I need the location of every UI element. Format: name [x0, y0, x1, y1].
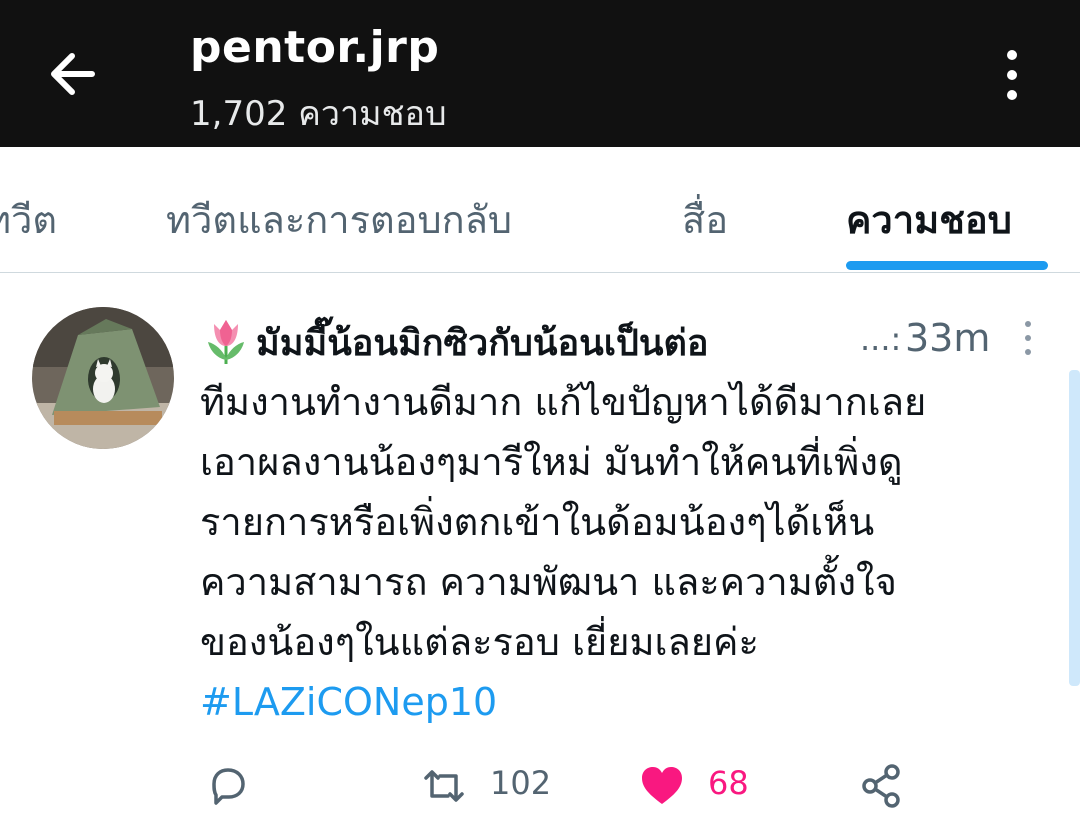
- more-vertical-icon: [1007, 50, 1017, 100]
- name-truncation: ...:: [860, 320, 902, 358]
- tab-likes[interactable]: ความชอบ: [846, 189, 1012, 250]
- retweet-button[interactable]: 102: [420, 762, 560, 810]
- tulip-icon: [208, 320, 244, 364]
- reply-button[interactable]: [204, 762, 254, 810]
- active-tab-indicator: [846, 261, 1048, 270]
- profile-tabs: ทวีต ทวีตและการตอบกลับ สื่อ ความชอบ: [0, 147, 1080, 273]
- tweet-timestamp[interactable]: 33m: [905, 316, 990, 360]
- likes-count-subtitle: 1,702 ความชอบ: [190, 94, 447, 134]
- arrow-left-icon: [51, 53, 95, 95]
- display-name[interactable]: มัมมี๊น้อนมิกซิวกับน้อนเป็นต่อ: [256, 314, 708, 371]
- tweet-author-row: มัมมี๊น้อนมิกซิวกับน้อนเป็นต่อ ...: 33m: [200, 310, 1031, 371]
- scrollbar[interactable]: [1069, 370, 1080, 686]
- tab-media[interactable]: สื่อ: [682, 189, 728, 250]
- tweet-text-line: ความสามารถ ความพัฒนา และความตั้งใจ: [200, 560, 897, 604]
- avatar[interactable]: [32, 307, 174, 449]
- avatar-image: [32, 307, 174, 449]
- profile-header: pentor.jrp 1,702 ความชอบ: [0, 0, 1080, 147]
- tab-tweets[interactable]: ทวีต: [0, 189, 57, 250]
- reply-icon: [212, 768, 245, 805]
- like-button[interactable]: 68: [638, 762, 758, 810]
- back-button[interactable]: [40, 44, 110, 104]
- heart-icon: [642, 767, 682, 804]
- more-options-button[interactable]: [990, 45, 1034, 105]
- like-count: 68: [708, 764, 749, 802]
- tweet-text-line: รายการหรือเพิ่งตกเข้าในด้อมน้องๆได้เห็น: [200, 500, 875, 544]
- profile-name: pentor.jrp: [190, 22, 440, 73]
- more-vertical-icon: [1025, 321, 1031, 355]
- hashtag-link[interactable]: #LAZiCONep10: [200, 672, 1060, 732]
- tweet-more-button[interactable]: [1018, 318, 1038, 358]
- retweet-icon: [424, 770, 464, 802]
- retweet-count: 102: [490, 764, 552, 802]
- tweet-text-line: เอาผลงานน้องๆมารีใหม่ มันทำให้คนที่เพิ่ง…: [200, 440, 903, 484]
- tweet-text-line: ทีมงานทำงานดีมาก แก้ไขปัญหาได้ดีมากเลย: [200, 380, 927, 424]
- tweet-text-line: ของน้องๆในแต่ละรอบ เยี่ยมเลยค่ะ: [200, 620, 759, 664]
- tab-tweets-replies[interactable]: ทวีตและการตอบกลับ: [166, 189, 512, 250]
- share-icon: [862, 764, 900, 808]
- tweet-text: ทีมงานทำงานดีมาก แก้ไขปัญหาได้ดีมากเลย เ…: [200, 372, 1060, 732]
- share-button[interactable]: [858, 762, 908, 810]
